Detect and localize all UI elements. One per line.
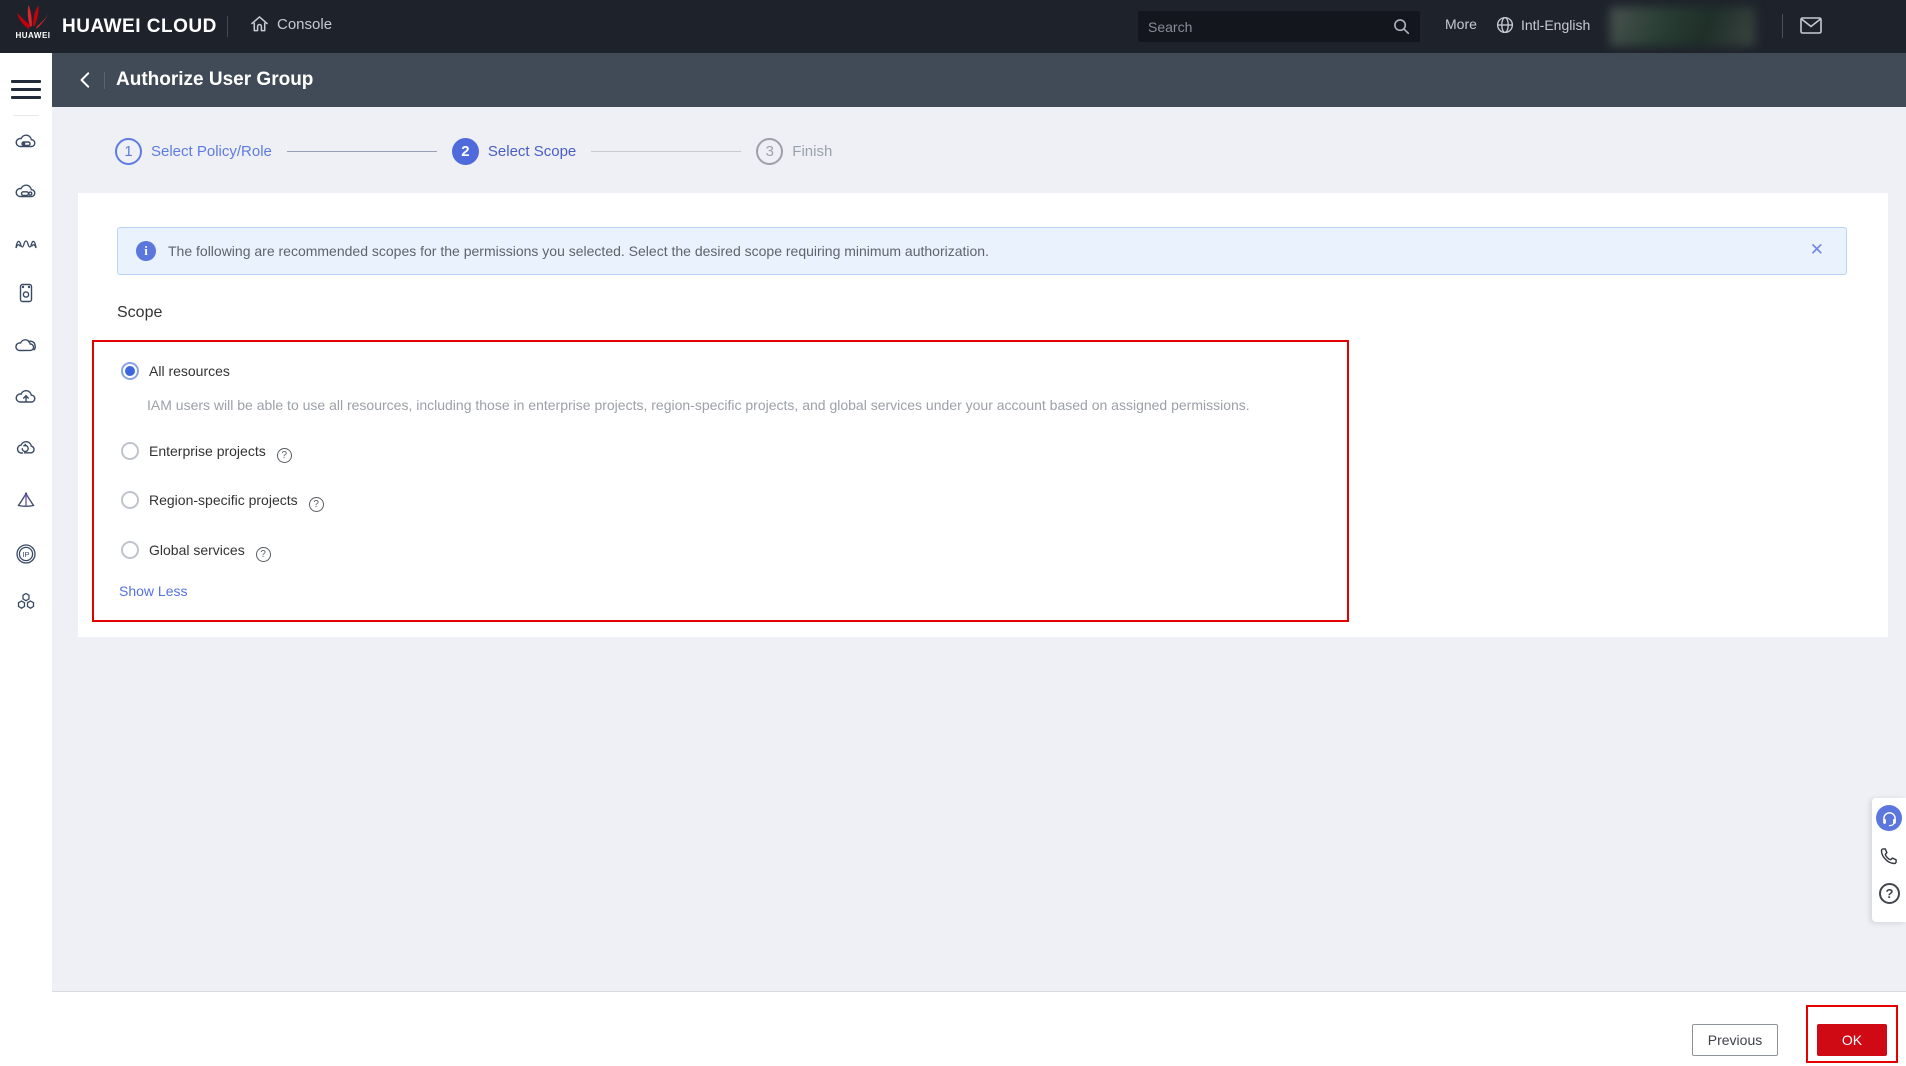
eip-label: IP — [22, 550, 29, 559]
step-select-policy-role[interactable]: 1 Select Policy/Role — [115, 138, 272, 165]
step-1-label: Select Policy/Role — [151, 143, 272, 160]
console-label: Console — [277, 15, 333, 33]
step-select-scope[interactable]: 2 Select Scope — [451, 138, 577, 165]
header-divider — [104, 72, 105, 89]
radio-label: All resources — [149, 363, 230, 379]
mail-icon — [1800, 17, 1822, 34]
cloud-server-icon[interactable] — [14, 130, 38, 154]
huawei-flower-icon — [17, 5, 49, 29]
chevron-left-icon — [80, 72, 90, 88]
home-icon — [251, 16, 268, 32]
search-icon[interactable] — [1393, 18, 1410, 35]
topbar-divider — [1782, 14, 1783, 38]
scope-heading: Scope — [117, 304, 163, 321]
console-link[interactable]: Console — [250, 15, 332, 33]
radio-selected-icon[interactable] — [121, 362, 139, 380]
help-icon[interactable]: ? — [276, 447, 292, 463]
radio-unselected-icon[interactable] — [121, 541, 139, 559]
annotation-highlight-scope — [92, 340, 1349, 622]
banner-close-icon[interactable]: ✕ — [1810, 241, 1824, 258]
scope-card: i The following are recommended scopes f… — [78, 193, 1888, 637]
more-label: More — [1445, 16, 1477, 32]
phone-icon — [1880, 848, 1897, 865]
radio-label: Global services — [149, 542, 245, 558]
info-banner: i The following are recommended scopes f… — [117, 227, 1847, 275]
help-icon[interactable]: ? — [255, 546, 271, 562]
search-input[interactable] — [1148, 18, 1393, 35]
cloud-upload-icon[interactable] — [14, 385, 38, 409]
cloud-restore-icon[interactable] — [14, 436, 38, 460]
wizard-steps: 1 Select Policy/Role 2 Select Scope 3 Fi… — [115, 138, 832, 165]
topbar-divider — [227, 16, 228, 37]
headset-icon — [1882, 811, 1896, 826]
cone-arrow-icon[interactable] — [14, 489, 38, 513]
language-selector[interactable]: Intl-English — [1496, 16, 1590, 34]
page-title: Authorize User Group — [116, 69, 314, 90]
brand-title: HUAWEI CLOUD — [62, 16, 217, 37]
help-icon[interactable]: ? — [308, 496, 324, 512]
hotline-button[interactable] — [1876, 843, 1902, 869]
sidebar-divider — [13, 115, 39, 116]
back-button[interactable] — [76, 70, 96, 90]
messages-button[interactable] — [1800, 17, 1822, 34]
cloud-image-icon[interactable] — [14, 180, 38, 204]
radio-option-region-specific-projects[interactable]: Region-specific projects ? — [121, 490, 324, 512]
step-connector — [591, 151, 742, 152]
eip-icon[interactable]: IP — [14, 542, 38, 566]
radio-label: Region-specific projects — [149, 492, 298, 508]
ok-button[interactable]: OK — [1817, 1024, 1887, 1056]
previous-button[interactable]: Previous — [1692, 1024, 1778, 1056]
info-banner-text: The following are recommended scopes for… — [168, 243, 989, 259]
huawei-logo-word: HUAWEI — [15, 31, 51, 40]
step-1-circle: 1 — [115, 138, 142, 165]
storage-card-icon[interactable] — [14, 281, 38, 305]
support-side-widget: ? — [1872, 798, 1906, 922]
account-menu-redacted[interactable] — [1610, 7, 1755, 46]
menu-hamburger-icon[interactable] — [11, 80, 41, 99]
step-2-label: Select Scope — [487, 143, 577, 160]
question-icon: ? — [1885, 886, 1894, 901]
radio-option-global-services[interactable]: Global services ? — [121, 540, 271, 562]
radio-label: Enterprise projects — [149, 443, 266, 459]
globe-icon — [1496, 16, 1514, 34]
left-sidebar: IP — [0, 53, 52, 1066]
step-3-circle: 3 — [756, 138, 784, 165]
huawei-logo[interactable]: HUAWEI — [10, 4, 56, 49]
step-connector — [286, 151, 437, 152]
radio-option-all-resources[interactable]: All resources — [121, 361, 230, 381]
footer-bar: Previous OK — [52, 991, 1906, 1066]
language-label: Intl-English — [1521, 17, 1591, 33]
radio-option-enterprise-projects[interactable]: Enterprise projects ? — [121, 441, 292, 463]
show-less-link[interactable]: Show Less — [119, 583, 187, 599]
customer-service-button[interactable] — [1876, 805, 1902, 831]
cloud-group-icon[interactable] — [14, 333, 38, 357]
radio-unselected-icon[interactable] — [121, 491, 139, 509]
more-menu[interactable]: More — [1445, 16, 1477, 32]
step-3-label: Finish — [792, 143, 833, 160]
all-resources-description: IAM users will be able to use all resour… — [147, 397, 1250, 413]
radio-unselected-icon[interactable] — [121, 442, 139, 460]
info-icon: i — [136, 241, 156, 261]
page-header: Authorize User Group — [52, 53, 1906, 107]
cluster-hexagon-icon[interactable] — [14, 590, 38, 614]
help-widget-button[interactable]: ? — [1879, 883, 1900, 904]
step-finish[interactable]: 3 Finish — [756, 138, 832, 165]
step-2-circle: 2 — [451, 138, 479, 165]
top-nav-bar: HUAWEI HUAWEI CLOUD Console More Intl-En… — [0, 0, 1906, 53]
autoscaling-wave-icon[interactable] — [14, 231, 38, 255]
search-box[interactable] — [1138, 11, 1420, 42]
